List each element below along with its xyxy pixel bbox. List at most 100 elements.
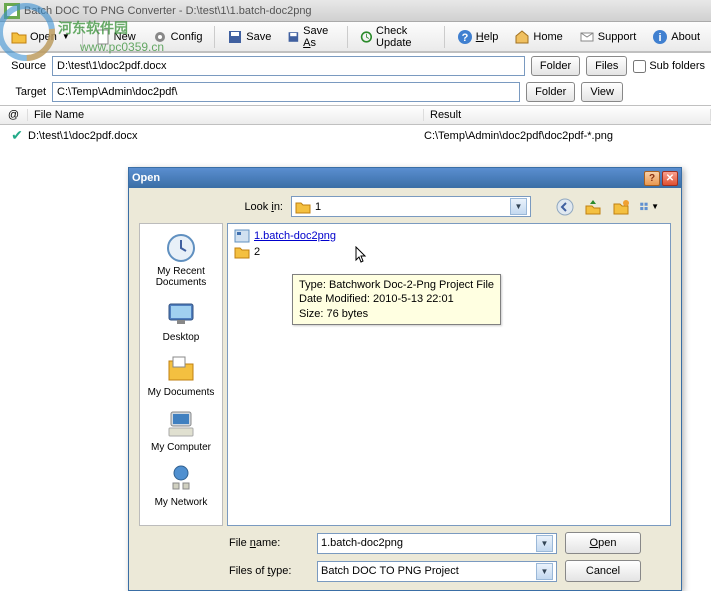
col-result[interactable]: Result xyxy=(424,109,711,121)
place-recent[interactable]: My Recent Documents xyxy=(142,230,220,290)
file-item-2-name: 2 xyxy=(254,246,260,258)
target-view-button[interactable]: View xyxy=(581,82,623,102)
list-header: @ File Name Result xyxy=(0,105,711,125)
separator xyxy=(214,26,215,48)
save-icon xyxy=(227,29,243,45)
gear-icon xyxy=(152,29,168,45)
place-recent-label: My Recent Documents xyxy=(144,266,218,288)
subfolders-input[interactable] xyxy=(633,60,646,73)
check-update-button[interactable]: Check Update xyxy=(353,22,439,52)
folder-icon xyxy=(234,245,250,259)
filename-value: 1.batch-doc2png xyxy=(321,537,403,549)
file-item-2[interactable]: 2 xyxy=(232,244,666,260)
filename-label: File name: xyxy=(229,537,309,549)
file-item-1-name: 1.batch-doc2png xyxy=(254,230,336,242)
support-label: Support xyxy=(598,31,637,43)
saveas-button[interactable]: Save As xyxy=(280,22,342,52)
up-button[interactable] xyxy=(583,197,603,217)
recent-icon xyxy=(165,232,197,264)
new-label: New xyxy=(114,31,136,43)
documents-icon xyxy=(165,353,197,385)
row-filename: D:\test\1\doc2pdf.docx xyxy=(28,130,424,142)
source-files-button[interactable]: Files xyxy=(586,56,627,76)
tooltip-type: Type: Batchwork Doc-2-Png Project File xyxy=(299,278,494,292)
new-doc-icon xyxy=(95,29,111,45)
place-mynetwork[interactable]: My Network xyxy=(153,461,210,510)
open-label: Open xyxy=(30,31,57,43)
config-label: Config xyxy=(171,31,203,43)
svg-text:?: ? xyxy=(461,32,468,44)
places-bar: My Recent Documents Desktop My Documents… xyxy=(139,223,223,526)
tooltip-date: Date Modified: 2010-5-13 22:01 xyxy=(299,292,494,306)
separator xyxy=(347,26,348,48)
col-filename[interactable]: File Name xyxy=(28,109,424,121)
source-row: Source Folder Files Sub folders xyxy=(0,53,711,79)
filename-combo[interactable]: 1.batch-doc2png ▼ xyxy=(317,533,557,554)
chevron-down-icon[interactable]: ▼ xyxy=(536,563,553,580)
check-label: Check Update xyxy=(376,25,432,49)
separator xyxy=(444,26,445,48)
open-button[interactable]: Open▼ xyxy=(4,26,77,48)
subfolders-label: Sub folders xyxy=(649,60,705,72)
col-status[interactable]: @ xyxy=(0,109,28,121)
row-result: C:\Temp\Admin\doc2pdf\doc2pdf-*.png xyxy=(424,130,613,142)
config-button[interactable]: Config xyxy=(145,26,210,48)
dialog-close-button[interactable]: ✕ xyxy=(662,171,678,186)
source-label: Source xyxy=(6,60,46,72)
file-list-pane[interactable]: 1.batch-doc2png 2 Type: Batchwork Doc-2-… xyxy=(227,223,671,526)
project-file-icon xyxy=(234,229,250,243)
network-icon xyxy=(165,463,197,495)
dialog-cancel-button[interactable]: Cancel xyxy=(565,560,641,582)
back-button[interactable] xyxy=(555,197,575,217)
dialog-titlebar[interactable]: Open ? ✕ xyxy=(129,168,681,188)
new-folder-button[interactable] xyxy=(611,197,631,217)
info-icon: i xyxy=(652,29,668,45)
app-icon xyxy=(4,3,20,19)
lookin-value: 1 xyxy=(315,201,321,213)
save-button[interactable]: Save xyxy=(220,26,278,48)
file-tooltip: Type: Batchwork Doc-2-Png Project File D… xyxy=(292,274,501,325)
place-mydocuments[interactable]: My Documents xyxy=(146,351,217,400)
target-folder-button[interactable]: Folder xyxy=(526,82,575,102)
svg-text:i: i xyxy=(659,32,662,44)
home-button[interactable]: Home xyxy=(507,26,569,48)
filetype-combo[interactable]: Batch DOC TO PNG Project ▼ xyxy=(317,561,557,582)
filetype-label: Files of type: xyxy=(229,565,309,577)
dialog-help-button[interactable]: ? xyxy=(644,171,660,186)
place-mynet-label: My Network xyxy=(155,497,208,508)
place-mycomp-label: My Computer xyxy=(151,442,211,453)
about-button[interactable]: iAbout xyxy=(645,26,707,48)
help-icon: ? xyxy=(457,29,473,45)
support-button[interactable]: Support xyxy=(572,26,644,48)
main-toolbar: Open▼ New Config Save Save As Check Upda… xyxy=(0,22,711,52)
place-desktop[interactable]: Desktop xyxy=(161,296,202,345)
window-titlebar: Batch DOC TO PNG Converter - D:\test\1\1… xyxy=(0,0,711,22)
place-mycomputer[interactable]: My Computer xyxy=(149,406,213,455)
update-icon xyxy=(360,29,373,45)
source-input[interactable] xyxy=(52,56,525,76)
help-button[interactable]: ?Help xyxy=(450,26,506,48)
tooltip-size: Size: 76 bytes xyxy=(299,307,494,321)
new-button[interactable]: New xyxy=(88,26,143,48)
view-menu-button[interactable]: ▼ xyxy=(639,197,659,217)
filetype-value: Batch DOC TO PNG Project xyxy=(321,565,459,577)
subfolders-checkbox[interactable]: Sub folders xyxy=(633,60,705,73)
save-label: Save xyxy=(246,31,271,43)
target-input[interactable] xyxy=(52,82,520,102)
open-folder-icon xyxy=(11,29,27,45)
saveas-icon xyxy=(287,29,300,45)
support-icon xyxy=(579,29,595,45)
dialog-title: Open xyxy=(132,172,160,184)
place-mydocs-label: My Documents xyxy=(148,387,215,398)
cursor-icon xyxy=(350,246,368,268)
dialog-open-button[interactable]: Open xyxy=(565,532,641,554)
source-folder-button[interactable]: Folder xyxy=(531,56,580,76)
list-row[interactable]: ✔ D:\test\1\doc2pdf.docx C:\Temp\Admin\d… xyxy=(0,125,711,146)
check-icon: ✔ xyxy=(6,127,28,144)
chevron-down-icon[interactable]: ▼ xyxy=(510,198,527,215)
file-item-1[interactable]: 1.batch-doc2png xyxy=(232,228,666,244)
lookin-combo[interactable]: 1 ▼ xyxy=(291,196,531,217)
chevron-down-icon[interactable]: ▼ xyxy=(536,535,553,552)
target-label: Target xyxy=(6,86,46,98)
folder-icon xyxy=(295,200,311,214)
